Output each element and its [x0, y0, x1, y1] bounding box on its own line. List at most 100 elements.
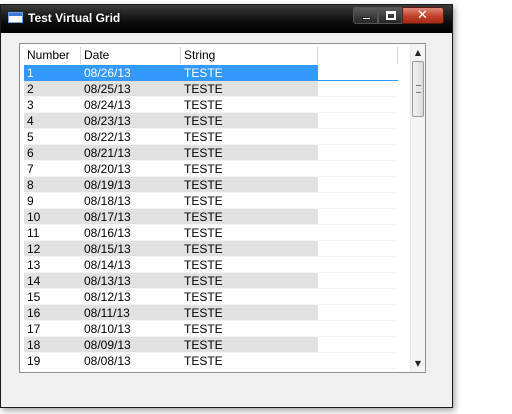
cell-blank — [318, 113, 398, 129]
table-row[interactable]: 18 08/09/13 TESTE — [24, 337, 398, 353]
cell-string: TESTE — [181, 97, 318, 113]
cell-string: TESTE — [181, 129, 318, 145]
table-row[interactable]: 9 08/18/13 TESTE — [24, 193, 398, 209]
scroll-down-arrow-icon[interactable]: ▼ — [411, 355, 425, 372]
table-row[interactable]: 6 08/21/13 TESTE — [24, 145, 398, 161]
cell-blank — [318, 209, 398, 225]
cell-date: 08/09/13 — [81, 337, 181, 353]
close-button[interactable] — [402, 7, 444, 24]
cell-blank — [318, 225, 398, 241]
cell-date: 08/14/13 — [81, 257, 181, 273]
cell-blank — [318, 273, 398, 289]
cell-date: 08/15/13 — [81, 241, 181, 257]
title-bar[interactable]: Test Virtual Grid — [1, 5, 452, 33]
cell-string: TESTE — [181, 145, 318, 161]
virtual-grid: Number Date String 1 08/26/13 TESTE 2 08/25/… — [19, 43, 426, 373]
cell-string: TESTE — [181, 65, 318, 81]
table-row[interactable]: 10 08/17/13 TESTE — [24, 209, 398, 225]
table-row[interactable]: 15 08/12/13 TESTE — [24, 289, 398, 305]
cell-blank — [318, 161, 398, 177]
cell-number: 15 — [24, 289, 81, 305]
cell-blank — [318, 257, 398, 273]
table-row[interactable]: 14 08/13/13 TESTE — [24, 273, 398, 289]
scroll-thumb[interactable] — [412, 61, 424, 117]
table-row[interactable]: 1 08/26/13 TESTE — [24, 65, 398, 81]
cell-blank — [318, 177, 398, 193]
cell-date: 08/24/13 — [81, 97, 181, 113]
cell-blank — [318, 289, 398, 305]
table-row[interactable]: 11 08/16/13 TESTE — [24, 225, 398, 241]
table-row[interactable]: 16 08/11/13 TESTE — [24, 305, 398, 321]
cell-number: 18 — [24, 337, 81, 353]
cell-number: 11 — [24, 225, 81, 241]
cell-number: 3 — [24, 97, 81, 113]
cell-string: TESTE — [181, 241, 318, 257]
cell-number: 13 — [24, 257, 81, 273]
table-row[interactable]: 7 08/20/13 TESTE — [24, 161, 398, 177]
table-row[interactable]: 13 08/14/13 TESTE — [24, 257, 398, 273]
column-header-date[interactable]: Date — [81, 47, 181, 64]
cell-date: 08/26/13 — [81, 65, 181, 81]
cell-string: TESTE — [181, 225, 318, 241]
cell-number: 12 — [24, 241, 81, 257]
cell-blank — [318, 129, 398, 145]
app-window-icon[interactable] — [8, 12, 23, 23]
table-row[interactable]: 2 08/25/13 TESTE — [24, 81, 398, 97]
grid-rows: 1 08/26/13 TESTE 2 08/25/13 TESTE 3 08/24/13 TES… — [24, 65, 398, 369]
cell-date: 08/16/13 — [81, 225, 181, 241]
cell-date: 08/20/13 — [81, 161, 181, 177]
cell-date: 08/11/13 — [81, 305, 181, 321]
cell-number: 9 — [24, 193, 81, 209]
maximize-button[interactable] — [378, 7, 402, 24]
cell-string: TESTE — [181, 257, 318, 273]
cell-string: TESTE — [181, 161, 318, 177]
cell-number: 17 — [24, 321, 81, 337]
cell-number: 2 — [24, 81, 81, 97]
cell-string: TESTE — [181, 193, 318, 209]
cell-date: 08/25/13 — [81, 81, 181, 97]
app-window: Test Virtual Grid Number Date String 108… — [0, 4, 453, 408]
cell-number: 8 — [24, 177, 81, 193]
cell-blank — [318, 145, 398, 161]
cell-string: TESTE — [181, 289, 318, 305]
grid-header: Number Date String — [24, 47, 398, 64]
cell-date: 08/13/13 — [81, 273, 181, 289]
cell-number: 14 — [24, 273, 81, 289]
cell-date: 08/17/13 — [81, 209, 181, 225]
column-header-string[interactable]: String — [181, 47, 318, 64]
minimize-button[interactable] — [353, 7, 378, 24]
table-row[interactable]: 17 08/10/13 TESTE — [24, 321, 398, 337]
grid-viewport[interactable]: Number Date String 1 08/26/13 TESTE 2 08/25/… — [20, 44, 410, 372]
cell-string: TESTE — [181, 209, 318, 225]
caption-buttons — [353, 7, 444, 25]
cell-number: 5 — [24, 129, 81, 145]
cell-number: 19 — [24, 353, 81, 369]
table-row[interactable]: 5 08/22/13 TESTE — [24, 129, 398, 145]
cell-blank — [318, 321, 398, 337]
cell-blank — [318, 81, 398, 97]
table-row[interactable]: 3 08/24/13 TESTE — [24, 97, 398, 113]
cell-number: 10 — [24, 209, 81, 225]
column-header-blank[interactable] — [318, 47, 398, 64]
cell-blank — [318, 193, 398, 209]
table-row[interactable]: 19 08/08/13 TESTE — [24, 353, 398, 369]
cell-string: TESTE — [181, 273, 318, 289]
cell-blank — [318, 305, 398, 321]
cell-string: TESTE — [181, 305, 318, 321]
scroll-up-arrow-icon[interactable]: ▲ — [411, 44, 425, 61]
cell-number: 6 — [24, 145, 81, 161]
table-row[interactable]: 8 08/19/13 TESTE — [24, 177, 398, 193]
column-header-number[interactable]: Number — [24, 47, 81, 64]
cell-blank — [318, 337, 398, 353]
cell-string: TESTE — [181, 321, 318, 337]
cell-string: TESTE — [181, 337, 318, 353]
cell-date: 08/19/13 — [81, 177, 181, 193]
cell-number: 7 — [24, 161, 81, 177]
cell-blank — [318, 97, 398, 113]
table-row[interactable]: 12 08/15/13 TESTE — [24, 241, 398, 257]
vertical-scrollbar[interactable]: ▲ ▼ — [410, 44, 425, 372]
cell-blank — [318, 241, 398, 257]
table-row[interactable]: 4 08/23/13 TESTE — [24, 113, 398, 129]
cell-string: TESTE — [181, 113, 318, 129]
cell-string: TESTE — [181, 81, 318, 97]
